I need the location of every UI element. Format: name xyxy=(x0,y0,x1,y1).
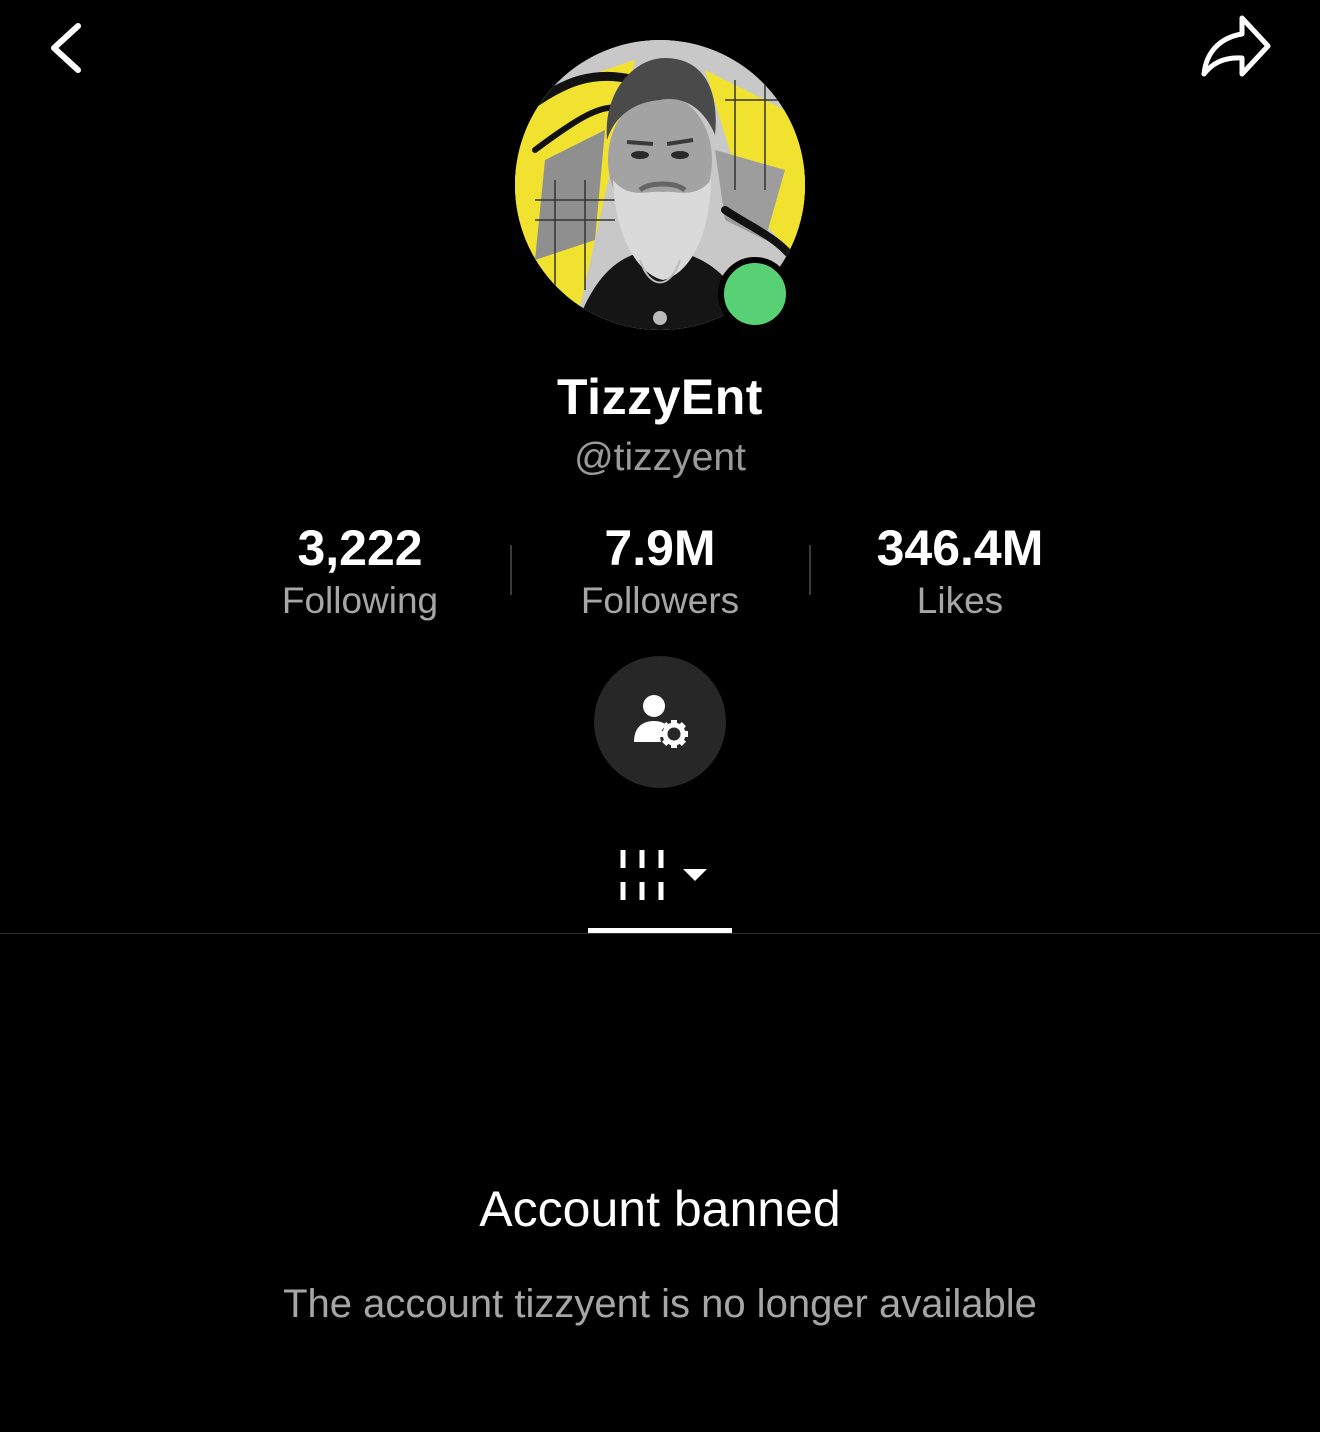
stat-following[interactable]: 3,222 Following xyxy=(210,520,510,626)
likes-count: 346.4M xyxy=(876,520,1044,576)
profile-settings-button[interactable] xyxy=(594,656,726,788)
stat-likes[interactable]: 346.4M Likes xyxy=(810,520,1110,626)
display-name: TizzyEnt xyxy=(557,369,763,425)
chevron-left-icon xyxy=(51,23,81,73)
followers-label: Followers xyxy=(580,580,740,621)
likes-label: Likes xyxy=(916,580,1004,621)
stat-followers[interactable]: 7.9M Followers xyxy=(510,520,810,626)
following-label: Following xyxy=(281,580,439,621)
back-button[interactable] xyxy=(40,18,96,78)
person-gear-icon xyxy=(634,695,688,748)
tabs-divider xyxy=(0,933,1320,934)
online-status-indicator xyxy=(718,257,792,331)
following-count: 3,222 xyxy=(297,520,423,576)
tab-videos[interactable] xyxy=(588,838,732,934)
banned-message: The account tizzyent is no longer availa… xyxy=(283,1282,1037,1326)
share-arrow-icon xyxy=(1201,15,1271,77)
banned-title: Account banned xyxy=(479,1181,841,1237)
followers-count: 7.9M xyxy=(604,520,716,576)
caret-down-icon xyxy=(683,869,707,881)
share-button[interactable] xyxy=(1196,12,1276,84)
video-grid-icon xyxy=(620,850,664,900)
username: @tizzyent xyxy=(574,436,746,479)
